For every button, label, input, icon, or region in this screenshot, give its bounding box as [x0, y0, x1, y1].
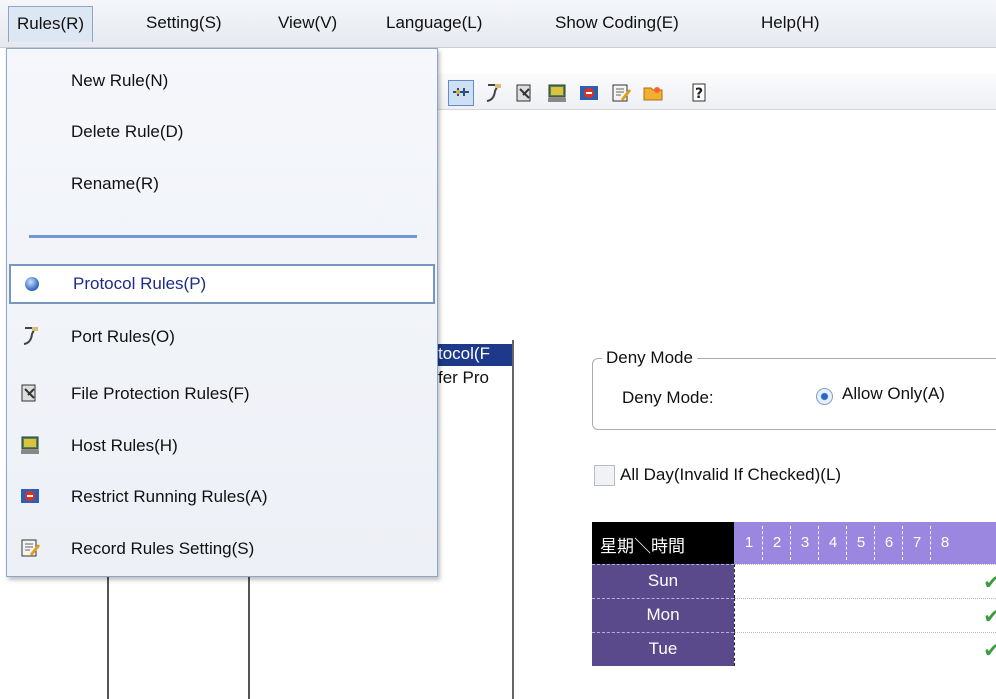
menu-item-new-rule[interactable]: New Rule(N): [7, 61, 437, 101]
port-rules-icon: [23, 327, 38, 345]
restrict-running-icon: [21, 489, 39, 503]
help-tool-button[interactable]: ?: [686, 80, 712, 106]
menu-item-label: Host Rules(H): [71, 436, 178, 455]
check-icon: ✔: [983, 606, 996, 628]
port-rules-tool-button[interactable]: [480, 80, 506, 106]
menu-show-coding[interactable]: Show Coding(E): [555, 13, 679, 33]
allow-only-radio[interactable]: [816, 388, 833, 405]
protocol-rules-icon: [453, 88, 469, 96]
file-protection-icon: [21, 384, 36, 402]
menu-separator: [29, 235, 417, 238]
day-label-sun: Sun: [592, 564, 734, 598]
schedule-row-mon[interactable]: ✔: [734, 598, 996, 632]
menu-item-host-rules[interactable]: Host Rules(H): [7, 426, 437, 466]
menu-item-restrict-running-rules[interactable]: Restrict Running Rules(A): [7, 477, 437, 517]
deny-mode-label: Deny Mode:: [622, 388, 714, 407]
schedule-row-tue[interactable]: ✔: [734, 632, 996, 666]
menu-item-label: Port Rules(O): [71, 327, 175, 346]
list-item[interactable]: fer Pro: [436, 368, 512, 390]
menu-item-label: Record Rules Setting(S): [71, 539, 255, 558]
hour-header: 1 2 3 4 5 6 7 8: [734, 522, 996, 564]
menu-help[interactable]: Help(H): [761, 13, 820, 33]
hour-label: 7: [912, 534, 922, 551]
menu-setting[interactable]: Setting(S): [146, 13, 222, 33]
menu-item-label: Rename(R): [71, 174, 159, 193]
svg-text:?: ?: [695, 86, 703, 102]
menu-item-protocol-rules[interactable]: Protocol Rules(P): [9, 264, 435, 304]
menu-item-record-rules-setting[interactable]: Record Rules Setting(S): [7, 529, 437, 569]
rule-list[interactable]: tocol(F fer Pro: [436, 340, 514, 699]
file-protection-tool-button[interactable]: [512, 80, 538, 106]
menu-language[interactable]: Language(L): [386, 13, 482, 33]
hour-label: 8: [940, 534, 950, 551]
open-folder-icon: [643, 87, 663, 101]
menu-item-delete-rule[interactable]: Delete Rule(D): [7, 112, 437, 152]
menu-item-label: Delete Rule(D): [71, 122, 184, 141]
check-icon: ✔: [983, 640, 996, 662]
hour-label: 6: [884, 534, 894, 551]
day-label-mon: Mon: [592, 598, 734, 632]
all-day-label[interactable]: All Day(Invalid If Checked)(L): [620, 465, 841, 485]
host-rules-icon: [548, 84, 566, 102]
menu-item-label: Protocol Rules(P): [73, 274, 207, 293]
day-label-tue: Tue: [592, 632, 734, 666]
menu-item-label: File Protection Rules(F): [71, 384, 250, 403]
menu-item-file-protection-rules[interactable]: File Protection Rules(F): [7, 374, 437, 414]
schedule-row-sun[interactable]: ✔: [734, 564, 996, 598]
pane-divider: [248, 576, 250, 699]
port-rules-icon: [486, 84, 501, 102]
record-rules-icon: [612, 84, 632, 102]
hour-label: 4: [828, 534, 838, 551]
hour-label: 1: [744, 534, 754, 551]
hour-label: 3: [800, 534, 810, 551]
check-icon: ✔: [983, 572, 996, 594]
menu-item-rename[interactable]: Rename(R): [7, 164, 437, 204]
host-rules-icon: [21, 436, 39, 454]
pane-divider: [107, 576, 109, 699]
menu-bar: Rules(R) Setting(S) View(V) Language(L) …: [0, 0, 996, 48]
restrict-running-icon: [580, 86, 598, 100]
menu-rules[interactable]: Rules(R): [8, 6, 94, 42]
restrict-running-tool-button[interactable]: [576, 80, 602, 106]
record-rules-tool-button[interactable]: [608, 80, 634, 106]
allow-only-label[interactable]: Allow Only(A): [842, 384, 945, 404]
menu-item-label: New Rule(N): [71, 71, 169, 90]
menu-item-label: Restrict Running Rules(A): [71, 487, 268, 506]
menu-view[interactable]: View(V): [278, 13, 337, 33]
record-rules-icon: [21, 539, 41, 557]
file-protection-icon: [516, 84, 531, 102]
rules-dropdown-menu: New Rule(N) Delete Rule(D) Rename(R) Pro…: [6, 48, 438, 577]
open-folder-tool-button[interactable]: [640, 80, 666, 106]
host-rules-tool-button[interactable]: [544, 80, 570, 106]
deny-mode-group-title: Deny Mode: [602, 348, 697, 368]
list-item[interactable]: tocol(F: [436, 344, 512, 366]
all-day-checkbox[interactable]: [594, 465, 615, 486]
menu-item-port-rules[interactable]: Port Rules(O): [7, 317, 437, 357]
toolbar: ?: [436, 74, 996, 110]
protocol-rules-tool-button[interactable]: [448, 80, 474, 106]
help-icon: ?: [692, 83, 706, 102]
hour-label: 5: [856, 534, 866, 551]
hour-label: 2: [772, 534, 782, 551]
schedule-corner-header: 星期＼時間: [592, 522, 734, 564]
protocol-rules-icon: [25, 277, 39, 291]
